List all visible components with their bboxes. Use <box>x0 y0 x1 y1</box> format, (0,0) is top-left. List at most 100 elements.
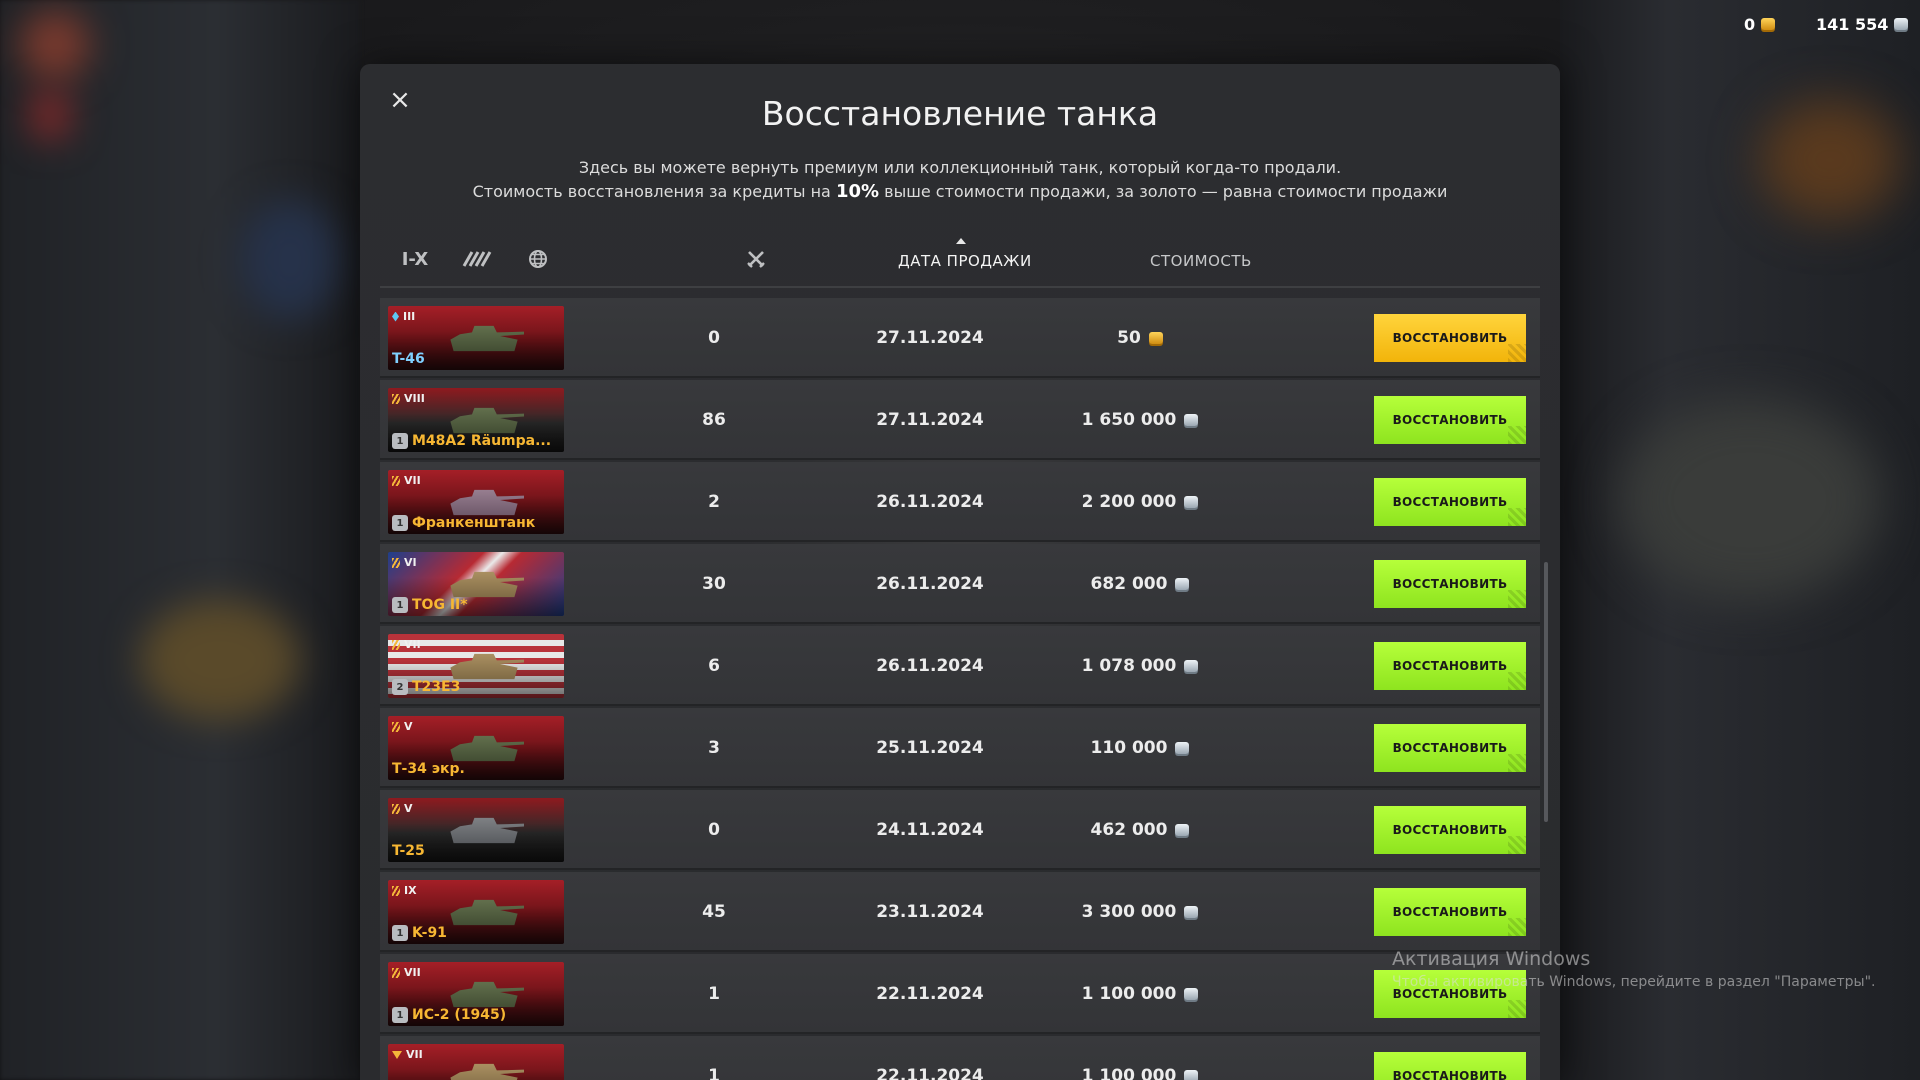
sale-date: 24.11.2024 <box>876 820 984 840</box>
tank-image <box>450 489 524 516</box>
table-row: VII 2 T23E3 6 26.11.2024 1 078 000 ВОССТАНОВИТ… <box>380 626 1540 706</box>
credits-icon <box>1894 18 1909 30</box>
restore-price: 1 078 000 <box>1060 626 1220 706</box>
tank-tier: IX <box>392 884 417 897</box>
tank-image <box>450 325 524 352</box>
tier-label: V <box>404 802 413 815</box>
table-row: VII 1 22.11.2024 1 100 000 ВОССТАНОВИТЬ <box>380 1036 1540 1080</box>
sort-ascending-icon <box>956 238 966 244</box>
tank-name-label: Франкенштанк <box>412 515 536 531</box>
battles-column-swords-icon[interactable] <box>744 246 768 272</box>
nation-filter-globe-icon[interactable] <box>526 246 550 272</box>
tank-name-label: K-91 <box>412 925 447 941</box>
restore-button[interactable]: ВОССТАНОВИТЬ <box>1374 314 1526 362</box>
table-header: I-X ДАТА ПРОДАЖИ СТОИМОСТЬ <box>380 232 1540 288</box>
column-header-date[interactable]: ДАТА ПРОДАЖИ <box>898 252 1032 270</box>
restore-button[interactable]: ВОССТАНОВИТЬ <box>1374 396 1526 444</box>
tank-card[interactable]: VII 1 ИС-2 (1945) <box>388 962 564 1026</box>
tank-name: 1 ИС-2 (1945) <box>392 1007 506 1023</box>
sale-date: 27.11.2024 <box>876 410 984 430</box>
tank-card[interactable]: VII <box>388 1044 564 1080</box>
battles-count: 0 <box>708 328 720 348</box>
tank-name: Т-34 экр. <box>392 761 465 777</box>
tank-card[interactable]: VII 1 Франкенштанк <box>388 470 564 534</box>
restore-price: 1 650 000 <box>1060 380 1220 460</box>
battles-count: 6 <box>708 656 720 676</box>
tank-card[interactable]: III T-46 <box>388 306 564 370</box>
tank-class-icon <box>392 721 400 732</box>
scrollbar[interactable] <box>1544 562 1548 822</box>
tank-name: 1 Франкенштанк <box>392 515 535 531</box>
price-value: 1 078 000 <box>1081 656 1177 676</box>
table-row: V Т-34 экр. 3 25.11.2024 110 000 ВОССТАНОВИТЬ <box>380 708 1540 788</box>
tank-tier: VII <box>392 1048 423 1061</box>
restore-button[interactable]: ВОССТАНОВИТЬ <box>1374 642 1526 690</box>
tank-name: 1 K-91 <box>392 925 447 941</box>
table-row: VIII 1 M48A2 Räumpa... 86 27.11.2024 1 650 00… <box>380 380 1540 460</box>
tank-name: 1 TOG II* <box>392 597 468 613</box>
column-header-price[interactable]: СТОИМОСТЬ <box>1150 252 1252 270</box>
tank-name-label: T-25 <box>392 843 425 859</box>
battles-count: 86 <box>702 410 726 430</box>
credits-icon <box>1184 414 1199 426</box>
restore-button[interactable]: ВОССТАНОВИТЬ <box>1374 560 1526 608</box>
description-line-1: Здесь вы можете вернуть премиум или колл… <box>578 158 1342 177</box>
price-value: 2 200 000 <box>1081 492 1177 512</box>
restore-price: 110 000 <box>1060 708 1220 788</box>
gold-amount: 0 <box>1744 14 1756 34</box>
restore-button[interactable]: ВОССТАНОВИТЬ <box>1374 806 1526 854</box>
tank-name-label: ИС-2 (1945) <box>412 1007 507 1023</box>
tank-tier: VIII <box>392 392 425 405</box>
restore-button[interactable]: ВОССТАНОВИТЬ <box>1374 1052 1526 1080</box>
sale-date: 22.11.2024 <box>876 1066 984 1080</box>
tank-tier: V <box>392 802 413 815</box>
background-blob <box>240 200 340 320</box>
percent-highlight: 10% <box>835 181 880 202</box>
credits-icon <box>1175 742 1190 754</box>
price-value: 682 000 <box>1090 574 1168 594</box>
restore-button[interactable]: ВОССТАНОВИТЬ <box>1374 724 1526 772</box>
price-value: 110 000 <box>1090 738 1168 758</box>
sale-date: 26.11.2024 <box>876 492 984 512</box>
tank-card[interactable]: VI 1 TOG II* <box>388 552 564 616</box>
tank-class-icon <box>392 1050 402 1059</box>
gold-balance: 0 <box>1744 14 1776 34</box>
credits-icon <box>1175 578 1190 590</box>
tank-card[interactable]: VII 2 T23E3 <box>388 634 564 698</box>
dialog-description: Здесь вы можете вернуть премиум или колл… <box>360 156 1560 204</box>
background-blob <box>20 10 90 80</box>
tank-card[interactable]: V Т-34 экр. <box>388 716 564 780</box>
mastery-badge: 1 <box>392 925 408 941</box>
restore-price: 682 000 <box>1060 544 1220 624</box>
restore-button[interactable]: ВОССТАНОВИТЬ <box>1374 478 1526 526</box>
background-blob <box>1760 100 1900 220</box>
mastery-badge: 1 <box>392 433 408 449</box>
restore-button[interactable]: ВОССТАНОВИТЬ <box>1374 888 1526 936</box>
tank-type-filter-icon[interactable] <box>460 246 494 272</box>
credits-amount: 141 554 <box>1816 14 1889 34</box>
mastery-badge: 1 <box>392 515 408 531</box>
table-row: VII 1 ИС-2 (1945) 1 22.11.2024 1 100 000 ВОССТ… <box>380 954 1540 1034</box>
mastery-badge: 1 <box>392 1007 408 1023</box>
tank-image <box>450 407 524 434</box>
restore-price: 3 300 000 <box>1060 872 1220 952</box>
tank-card[interactable]: V T-25 <box>388 798 564 862</box>
sale-date: 22.11.2024 <box>876 984 984 1004</box>
header-divider <box>380 286 1540 288</box>
battles-count: 2 <box>708 492 720 512</box>
tank-name-label: M48A2 Räumpa... <box>412 433 552 449</box>
credits-icon <box>1175 824 1190 836</box>
tank-card[interactable]: IX 1 K-91 <box>388 880 564 944</box>
tank-name: 1 M48A2 Räumpa... <box>392 433 551 449</box>
tank-tier: III <box>392 310 415 323</box>
credits-balance: 141 554 <box>1816 14 1909 34</box>
tank-name-label: TOG II* <box>412 597 468 613</box>
watermark-title: Активация Windows <box>1392 948 1591 970</box>
tank-card[interactable]: VIII 1 M48A2 Räumpa... <box>388 388 564 452</box>
battles-count: 1 <box>708 1066 720 1080</box>
restore-tank-dialog: × Восстановление танка Здесь вы можете в… <box>360 64 1560 1080</box>
restore-price: 2 200 000 <box>1060 462 1220 542</box>
gold-icon <box>1148 332 1163 344</box>
tier-filter[interactable]: I-X <box>400 246 430 272</box>
tank-class-icon <box>392 393 400 404</box>
